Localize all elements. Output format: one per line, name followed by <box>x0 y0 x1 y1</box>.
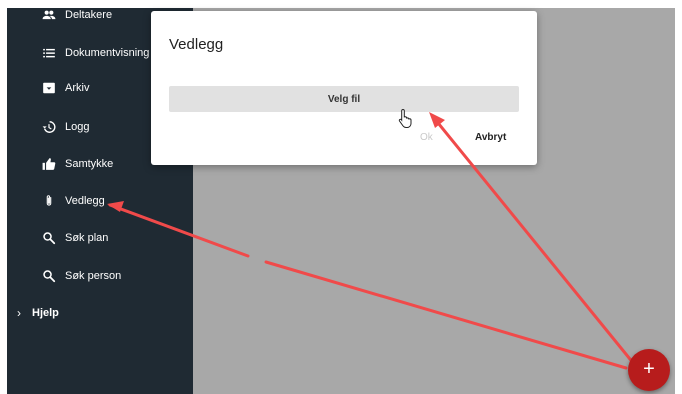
sidebar-item-label: Hjelp <box>32 307 59 319</box>
list-icon <box>42 46 56 60</box>
sidebar-item-label: Vedlegg <box>65 195 105 207</box>
thumb-up-icon <box>42 157 56 171</box>
add-fab-button[interactable]: + <box>628 349 670 391</box>
sidebar-item-hjelp[interactable]: › Hjelp <box>7 298 193 328</box>
attachment-dialog: Vedlegg Velg fil Ok Avbryt <box>151 11 537 165</box>
sidebar-item-label: Samtykke <box>65 158 114 170</box>
people-icon <box>42 8 56 22</box>
sidebar-item-label: Dokumentvisning <box>65 47 150 59</box>
sidebar-item-label: Søk plan <box>65 232 109 244</box>
sidebar-item-label: Søk person <box>65 270 122 282</box>
pick-file-button[interactable]: Velg fil <box>169 86 519 112</box>
sidebar-item-sok-plan[interactable]: Søk plan <box>7 223 193 253</box>
sidebar-item-vedlegg[interactable]: Vedlegg <box>7 186 193 216</box>
search-icon <box>42 269 56 283</box>
archive-icon <box>42 81 56 95</box>
history-icon <box>42 120 56 134</box>
sidebar-item-label: Logg <box>65 121 90 133</box>
sidebar-item-label: Deltakere <box>65 9 113 21</box>
paperclip-icon <box>42 194 56 208</box>
sidebar-item-sok-person[interactable]: Søk person <box>7 261 193 291</box>
ok-button[interactable]: Ok <box>420 132 433 143</box>
cancel-button[interactable]: Avbryt <box>475 132 506 143</box>
plus-icon: + <box>643 358 655 380</box>
sidebar-item-label: Arkiv <box>65 82 90 94</box>
chevron-right-icon: › <box>17 306 21 320</box>
search-icon <box>42 231 56 245</box>
dialog-title: Vedlegg <box>169 36 224 53</box>
hand-cursor-icon <box>398 108 412 128</box>
